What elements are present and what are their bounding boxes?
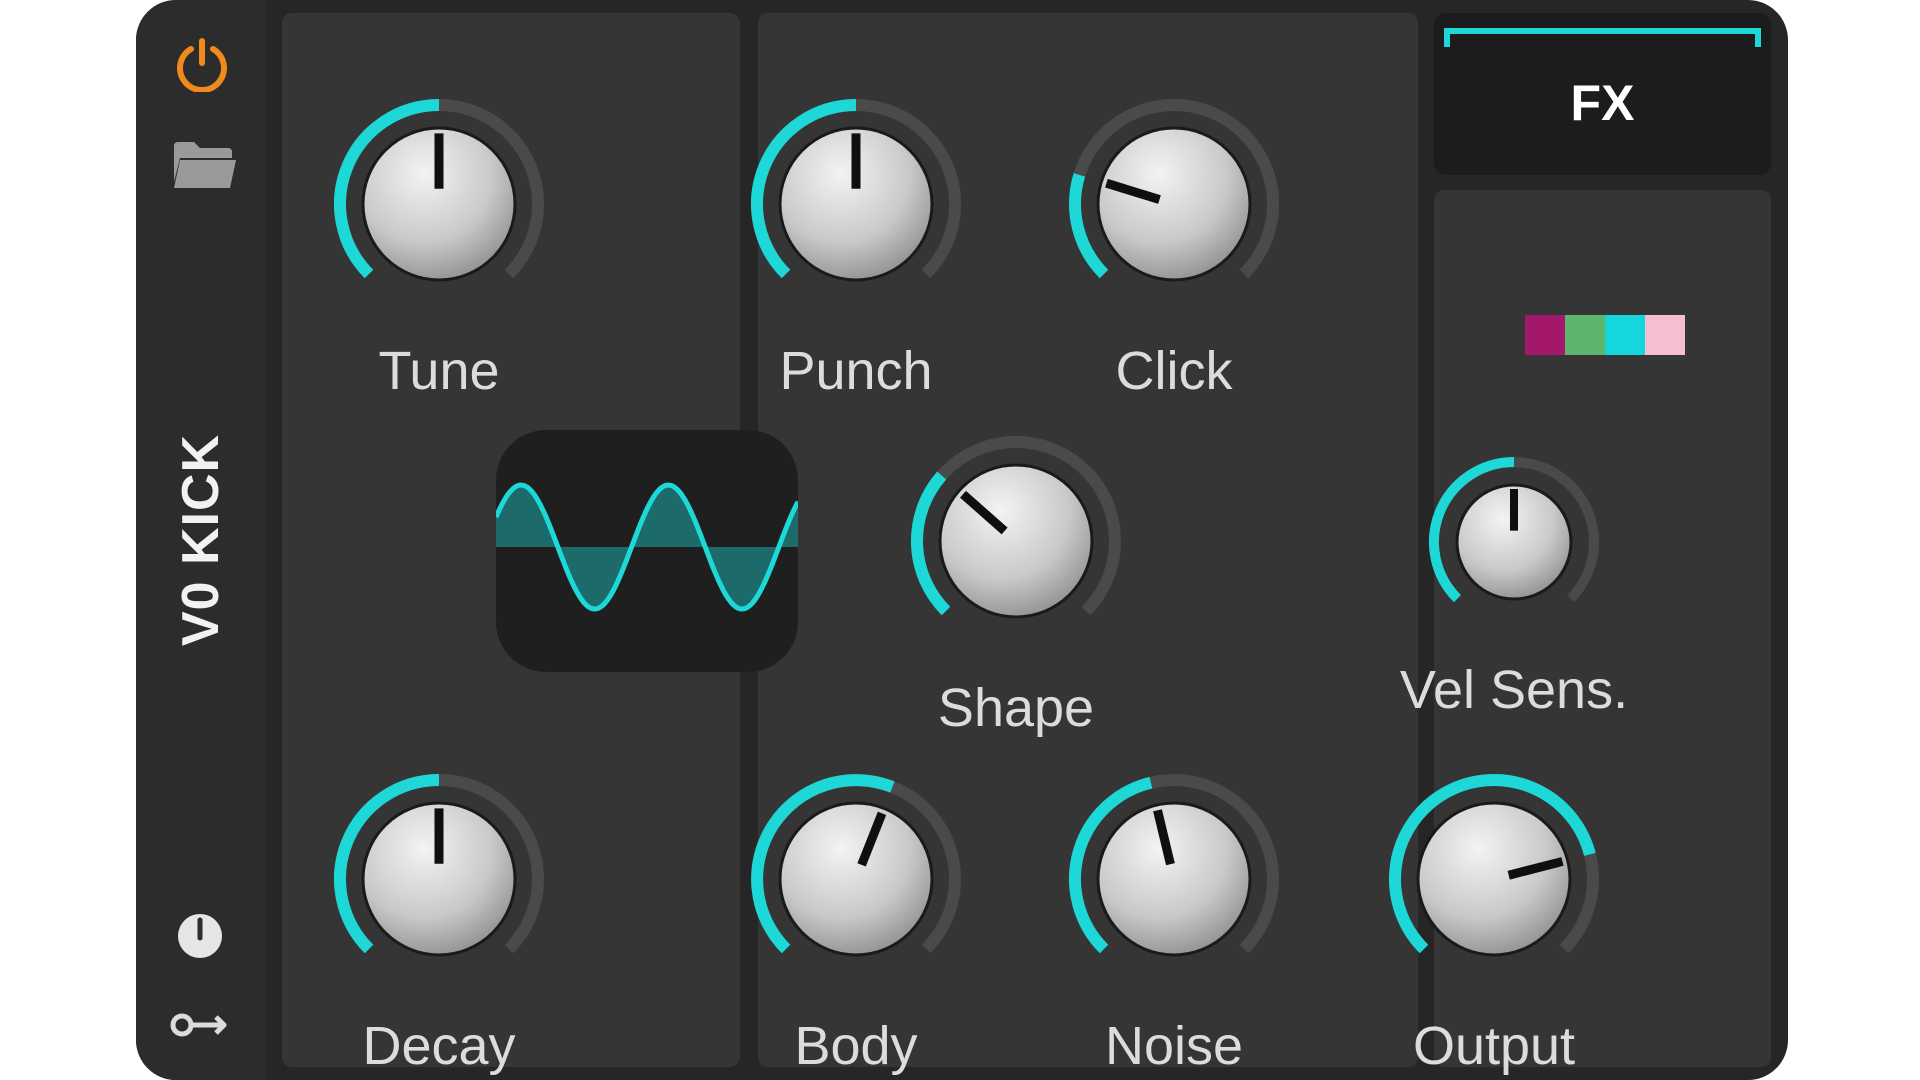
swatch[interactable] bbox=[1525, 315, 1565, 355]
swatch[interactable] bbox=[1605, 315, 1645, 355]
folder-icon[interactable] bbox=[172, 138, 238, 197]
knob-face bbox=[938, 463, 1094, 619]
noise-knob[interactable]: Noise bbox=[1065, 770, 1283, 1076]
vel-sens-label: Vel Sens. bbox=[1399, 660, 1629, 720]
output-label: Output bbox=[1412, 1016, 1576, 1076]
vel-sens-knob[interactable]: Vel Sens. bbox=[1400, 452, 1628, 720]
knob-face bbox=[1096, 126, 1252, 282]
swatch[interactable] bbox=[1565, 315, 1605, 355]
fx-button[interactable]: FX bbox=[1434, 13, 1771, 175]
swatch[interactable] bbox=[1645, 315, 1685, 355]
waveform-display bbox=[496, 430, 798, 672]
clock-icon[interactable] bbox=[176, 912, 224, 965]
knob-graphic bbox=[1069, 99, 1279, 282]
knob-face bbox=[1096, 801, 1252, 957]
device-name: V0 KICK bbox=[172, 433, 230, 647]
knob-graphic bbox=[334, 774, 544, 957]
shape-label: Shape bbox=[937, 678, 1095, 738]
punch-knob[interactable]: Punch bbox=[747, 95, 965, 401]
decay-label: Decay bbox=[362, 1016, 516, 1076]
knob-face bbox=[1416, 801, 1572, 957]
knob-face bbox=[778, 801, 934, 957]
fx-accent-bar bbox=[1444, 28, 1761, 47]
knob-graphic bbox=[910, 436, 1121, 619]
body-knob[interactable]: Body bbox=[747, 770, 965, 1076]
knob-graphic bbox=[1389, 774, 1599, 957]
device-panel: V0 KICK FX Tune Decay Punch Click Shape … bbox=[136, 0, 1788, 1080]
sidebar: V0 KICK bbox=[136, 0, 266, 1080]
shape-knob[interactable]: Shape bbox=[907, 432, 1125, 738]
click-label: Click bbox=[1115, 341, 1233, 401]
key-icon[interactable] bbox=[170, 1008, 232, 1047]
output-knob[interactable]: Output bbox=[1385, 770, 1603, 1076]
click-knob[interactable]: Click bbox=[1065, 95, 1283, 401]
decay-knob[interactable]: Decay bbox=[330, 770, 548, 1076]
color-swatches bbox=[1525, 315, 1685, 355]
tune-label: Tune bbox=[378, 341, 500, 401]
knob-graphic bbox=[1069, 774, 1279, 957]
knob-graphic bbox=[751, 99, 961, 282]
knob-graphic bbox=[334, 99, 544, 282]
knob-graphic bbox=[1428, 457, 1599, 603]
power-icon[interactable] bbox=[174, 36, 230, 97]
tune-knob[interactable]: Tune bbox=[330, 95, 548, 401]
knob-graphic bbox=[751, 774, 961, 957]
fx-label: FX bbox=[1570, 75, 1635, 131]
